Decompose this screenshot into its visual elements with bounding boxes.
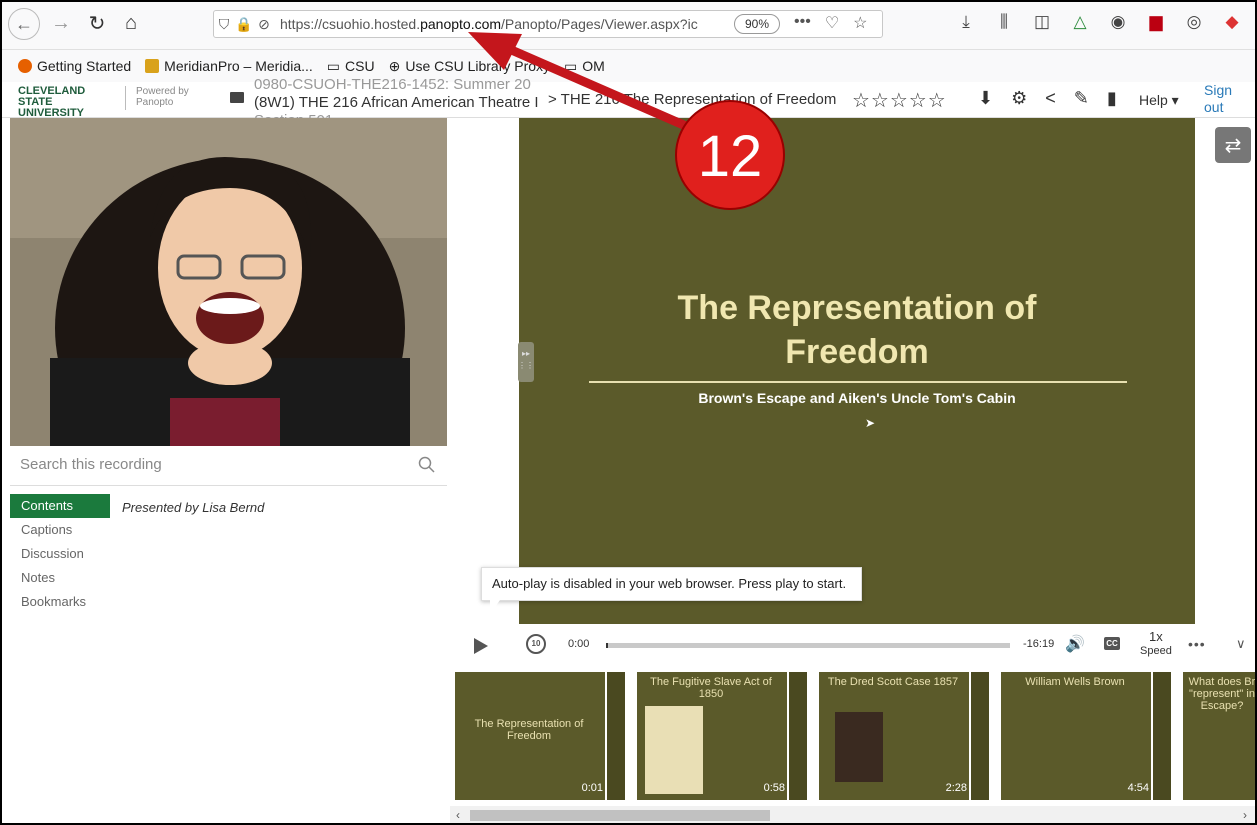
speed-control[interactable]: 1x Speed [1140,630,1172,658]
help-menu[interactable]: Help ▾ [1139,92,1179,109]
library-icon[interactable]: ⫼ [993,12,1015,32]
account-icon[interactable]: ◉ [1107,12,1129,32]
scroll-right-icon[interactable]: › [1243,808,1247,822]
thumbnail[interactable]: The Representation of Freedom 0:01 [455,672,625,800]
lock-icon: 🔒 [235,15,253,32]
session-title: > THE 216 The Representation of Freedom [548,91,837,108]
mouse-cursor-icon: ➤ [865,416,876,430]
bookmark-library-proxy[interactable]: ⊕ Use CSU Library Proxy [389,58,550,75]
bookmark-getting-started[interactable]: Getting Started [18,58,131,74]
thumbnail-title: The Representation of Freedom [474,718,584,742]
download-icon[interactable]: ⬇ [978,88,993,109]
folder-icon: ▭ [564,57,578,74]
forward-button[interactable]: → [48,8,74,38]
home-button[interactable]: ⌂ [118,8,144,38]
panopto-header: CLEVELAND STATE UNIVERSITY Powered by Pano… [0,76,1257,129]
poster-image [645,706,703,794]
download-icon[interactable]: ⤓ [955,12,977,32]
player-controls: 10 0:00 -16:19 🔊 CC 1x Speed ••• ∨ [450,624,1257,666]
search-recording [10,448,447,486]
back-button[interactable]: ← [8,8,40,40]
stats-icon[interactable]: ▮ [1107,88,1117,109]
tab-bookmarks[interactable]: Bookmarks [10,590,110,614]
thumbnail-scrollbar[interactable]: ‹ › [450,806,1257,825]
thumbnail-time: 0:01 [581,782,603,794]
search-input[interactable] [20,456,400,473]
play-button[interactable] [474,638,488,654]
globe-icon: ⊕ [388,57,401,74]
swap-streams-button[interactable]: ⇄ [1215,127,1251,163]
current-slide[interactable]: The Representation of Freedom Brown's Esc… [519,118,1195,624]
captions-button[interactable]: CC [1104,637,1120,650]
color-extension-icon[interactable]: ◆ [1221,12,1243,32]
meridian-icon [145,59,160,73]
seek-bar[interactable] [606,643,1010,648]
share-icon[interactable]: < [1045,88,1056,109]
presenter-image [10,118,447,446]
thumbnail[interactable]: The Fugitive Slave Act of 1850 0:58 [637,672,807,800]
sidebar-nav: Contents Captions Discussion Notes Bookm… [10,494,110,614]
edit-pencil-icon[interactable]: ✎ [1074,88,1089,109]
thumbnail-time: 2:28 [945,782,967,794]
presenter-video[interactable] [10,118,447,446]
portrait-image [835,712,883,782]
thumbnail-title: The Dred Scott Case 1857 [827,676,959,688]
url-text[interactable]: https://csuohio.hosted.panopto.com/Panop… [280,16,715,32]
bookmark-star-icon[interactable]: ☆ [853,13,867,33]
slide-subtitle: Brown's Escape and Aiken's Uncle Tom's C… [698,390,1016,406]
thumbnail-title: William Wells Brown [1025,676,1125,688]
zoom-level[interactable]: 90% [734,14,781,34]
page-actions-icon[interactable]: ••• [794,13,811,33]
folder-icon [230,92,244,103]
bookmark-om[interactable]: ▭ OM [564,58,605,75]
thumbnail-time: 4:54 [1127,782,1149,794]
firefox-icon [18,59,32,73]
search-icon[interactable] [418,456,436,474]
tab-notes[interactable]: Notes [10,566,110,590]
thumbnail[interactable]: What does Br "represent" in Escape? [1183,672,1257,800]
bookmark-meridianpro[interactable]: MeridianPro – Meridia... [145,58,313,74]
autoplay-tooltip: Auto-play is disabled in your web browse… [481,567,862,614]
volume-icon[interactable]: 🔊 [1065,634,1085,654]
pocket-icon[interactable]: ♡ [825,13,839,33]
more-options-icon[interactable]: ••• [1188,636,1206,652]
scroll-thumb[interactable] [470,810,770,821]
tab-contents[interactable]: Contents [10,494,110,518]
folder-icon: ▭ [326,57,341,74]
tab-discussion[interactable]: Discussion [10,542,110,566]
bookmarks-bar: Getting Started MeridianPro – Meridia...… [0,50,1257,82]
slide-divider [589,381,1127,383]
shield-icon: ⛉ [218,15,230,32]
rating-stars[interactable]: ☆☆☆☆☆ [852,88,947,113]
scroll-left-icon[interactable]: ‹ [456,808,460,822]
powered-by-panopto: Powered by Panopto [125,86,189,110]
settings-gear-icon[interactable]: ⚙ [1011,88,1027,109]
thumbnail-title: What does Br "represent" in Escape? [1188,676,1256,712]
pdf-icon[interactable]: ▆ [1145,12,1167,32]
browser-toolbar: ← → ↻ ⌂ ⛉ 🔒 ⊘ https://csuohio.hosted.pan… [0,0,1257,50]
thumbnail-time: 0:58 [763,782,785,794]
bookmark-csu[interactable]: ▭ CSU [327,58,375,75]
remaining-time: -16:19 [1023,638,1055,650]
tracking-icon: ⊘ [258,15,270,32]
extension-icon[interactable]: ◎ [1183,12,1205,32]
thumbnail[interactable]: The Dred Scott Case 1857 2:28 [819,672,989,800]
slide-title: The Representation of Freedom [677,289,1037,371]
step-number-badge: 12 [675,100,785,210]
reload-button[interactable]: ↻ [84,8,110,38]
panel-resize-handle[interactable]: ▸▸ ⋮⋮ [518,342,534,382]
rewind-10-icon[interactable]: 10 [526,634,546,654]
chevron-down-icon[interactable]: ∨ [1236,636,1246,652]
presented-by: Presented by Lisa Bernd [122,500,265,515]
csu-logo[interactable]: CLEVELAND STATE UNIVERSITY [18,86,122,119]
thumbnail-title: The Fugitive Slave Act of 1850 [650,676,772,700]
thumbnail-strip: The Representation of Freedom 0:01 The F… [450,666,1257,806]
sidebar-icon[interactable]: ◫ [1031,12,1053,32]
tab-captions[interactable]: Captions [10,518,110,542]
drive-icon[interactable]: △ [1069,12,1091,32]
thumbnail[interactable]: William Wells Brown 4:54 [1001,672,1171,800]
current-time: 0:00 [568,638,590,650]
address-bar[interactable]: ⛉ 🔒 ⊘ https://csuohio.hosted.panopto.com… [213,10,883,38]
sign-out-link[interactable]: Sign out [1204,82,1244,116]
